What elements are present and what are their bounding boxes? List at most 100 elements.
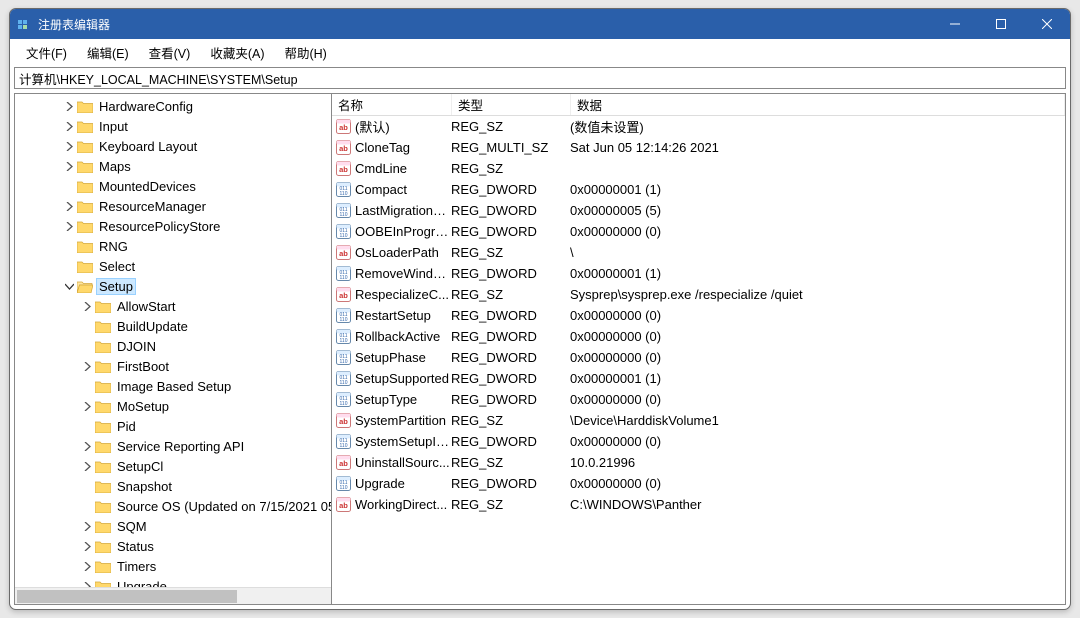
value-data: 0x00000000 (0) <box>570 434 1065 449</box>
menu-help[interactable]: 帮助(H) <box>274 39 336 66</box>
binary-value-icon <box>336 371 351 386</box>
chevron-right-icon[interactable] <box>79 518 95 534</box>
tree-node[interactable]: Service Reporting API <box>15 436 332 456</box>
menu-fav[interactable]: 收藏夹(A) <box>200 39 274 66</box>
value-row[interactable]: SetupSupportedREG_DWORD0x00000001 (1) <box>332 368 1065 389</box>
value-name: CloneTag <box>355 140 451 155</box>
tree-node[interactable]: ResourceManager <box>15 196 332 216</box>
menu-file[interactable]: 文件(F) <box>16 39 77 66</box>
string-value-icon <box>336 413 351 428</box>
col-data[interactable]: 数据 <box>571 94 1065 115</box>
tree-node[interactable]: BuildUpdate <box>15 316 332 336</box>
tree-node[interactable]: Status <box>15 536 332 556</box>
value-row[interactable]: WorkingDirect...REG_SZC:\WINDOWS\Panther <box>332 494 1065 515</box>
chevron-right-icon[interactable] <box>61 198 77 214</box>
address-bar[interactable]: 计算机\HKEY_LOCAL_MACHINE\SYSTEM\Setup <box>14 67 1066 89</box>
string-value-icon <box>336 161 351 176</box>
folder-icon <box>77 200 93 213</box>
value-type: REG_DWORD <box>451 308 570 323</box>
tree-node-label: RNG <box>97 239 130 254</box>
tree-node[interactable]: RNG <box>15 236 332 256</box>
folder-icon <box>77 180 93 193</box>
tree-node[interactable]: ResourcePolicyStore <box>15 216 332 236</box>
value-type: REG_SZ <box>451 455 570 470</box>
tree-node-label: Setup <box>97 279 135 294</box>
value-type: REG_DWORD <box>451 329 570 344</box>
chevron-right-icon[interactable] <box>61 138 77 154</box>
expander-empty <box>79 418 95 434</box>
chevron-right-icon[interactable] <box>79 358 95 374</box>
chevron-right-icon[interactable] <box>61 218 77 234</box>
tree-node[interactable]: MountedDevices <box>15 176 332 196</box>
tree-node[interactable]: Snapshot <box>15 476 332 496</box>
chevron-right-icon[interactable] <box>61 98 77 114</box>
folder-icon <box>95 540 111 553</box>
maximize-button[interactable] <box>978 9 1024 39</box>
tree-node[interactable]: FirstBoot <box>15 356 332 376</box>
chevron-right-icon[interactable] <box>79 558 95 574</box>
value-row[interactable]: OOBEInProgre...REG_DWORD0x00000000 (0) <box>332 221 1065 242</box>
expander-empty <box>61 258 77 274</box>
value-name: OsLoaderPath <box>355 245 451 260</box>
value-type: REG_DWORD <box>451 434 570 449</box>
value-row[interactable]: LastMigrationS...REG_DWORD0x00000005 (5) <box>332 200 1065 221</box>
chevron-right-icon[interactable] <box>61 158 77 174</box>
tree-node[interactable]: Input <box>15 116 332 136</box>
list-body[interactable]: (默认)REG_SZ(数值未设置)CloneTagREG_MULTI_SZSat… <box>332 116 1065 604</box>
string-value-icon <box>336 287 351 302</box>
value-row[interactable]: RollbackActiveREG_DWORD0x00000000 (0) <box>332 326 1065 347</box>
tree-node[interactable]: Timers <box>15 556 332 576</box>
value-row[interactable]: UpgradeREG_DWORD0x00000000 (0) <box>332 473 1065 494</box>
value-row[interactable]: (默认)REG_SZ(数值未设置) <box>332 116 1065 137</box>
tree-node[interactable]: HardwareConfig <box>15 96 332 116</box>
close-button[interactable] <box>1024 9 1070 39</box>
expander-empty <box>79 478 95 494</box>
value-row[interactable]: CompactREG_DWORD0x00000001 (1) <box>332 179 1065 200</box>
value-row[interactable]: SystemPartitionREG_SZ\Device\HarddiskVol… <box>332 410 1065 431</box>
tree-node[interactable]: Maps <box>15 156 332 176</box>
tree-node[interactable]: Pid <box>15 416 332 436</box>
col-type[interactable]: 类型 <box>452 94 571 115</box>
col-name[interactable]: 名称 <box>332 94 452 115</box>
tree-node[interactable]: MoSetup <box>15 396 332 416</box>
value-row[interactable]: RespecializeC...REG_SZSysprep\sysprep.ex… <box>332 284 1065 305</box>
value-name: Compact <box>355 182 451 197</box>
tree-node[interactable]: Select <box>15 256 332 276</box>
tree-node[interactable]: Image Based Setup <box>15 376 332 396</box>
address-text: 计算机\HKEY_LOCAL_MACHINE\SYSTEM\Setup <box>19 69 298 88</box>
tree-node[interactable]: AllowStart <box>15 296 332 316</box>
value-row[interactable]: SetupTypeREG_DWORD0x00000000 (0) <box>332 389 1065 410</box>
chevron-down-icon[interactable] <box>61 278 77 294</box>
chevron-right-icon[interactable] <box>79 538 95 554</box>
value-row[interactable]: RemoveWindo...REG_DWORD0x00000001 (1) <box>332 263 1065 284</box>
tree-node[interactable]: SQM <box>15 516 332 536</box>
tree-scrollbar[interactable] <box>15 587 331 604</box>
minimize-button[interactable] <box>932 9 978 39</box>
chevron-right-icon[interactable] <box>61 118 77 134</box>
value-row[interactable]: OsLoaderPathREG_SZ\ <box>332 242 1065 263</box>
value-row[interactable]: RestartSetupREG_DWORD0x00000000 (0) <box>332 305 1065 326</box>
folder-icon <box>77 120 93 133</box>
value-row[interactable]: CloneTagREG_MULTI_SZSat Jun 05 12:14:26 … <box>332 137 1065 158</box>
value-name: OOBEInProgre... <box>355 224 451 239</box>
tree-node[interactable]: DJOIN <box>15 336 332 356</box>
menu-view[interactable]: 查看(V) <box>139 39 201 66</box>
chevron-right-icon[interactable] <box>79 398 95 414</box>
value-row[interactable]: SystemSetupIn...REG_DWORD0x00000000 (0) <box>332 431 1065 452</box>
tree-node-label: SetupCl <box>115 459 165 474</box>
tree-node-label: MountedDevices <box>97 179 198 194</box>
tree-node[interactable]: SetupCl <box>15 456 332 476</box>
value-row[interactable]: CmdLineREG_SZ <box>332 158 1065 179</box>
chevron-right-icon[interactable] <box>79 458 95 474</box>
tree-node[interactable]: Keyboard Layout <box>15 136 332 156</box>
chevron-right-icon[interactable] <box>79 438 95 454</box>
chevron-right-icon[interactable] <box>79 298 95 314</box>
value-row[interactable]: SetupPhaseREG_DWORD0x00000000 (0) <box>332 347 1065 368</box>
value-data: 0x00000000 (0) <box>570 224 1065 239</box>
tree-pane[interactable]: HardwareConfigInputKeyboard LayoutMaps Mo… <box>15 94 332 604</box>
folder-icon <box>77 260 93 273</box>
tree-node[interactable]: Source OS (Updated on 7/15/2021 05:16:30… <box>15 496 332 516</box>
tree-node[interactable]: Setup <box>15 276 332 296</box>
value-row[interactable]: UninstallSourc...REG_SZ10.0.21996 <box>332 452 1065 473</box>
menu-edit[interactable]: 编辑(E) <box>77 39 139 66</box>
